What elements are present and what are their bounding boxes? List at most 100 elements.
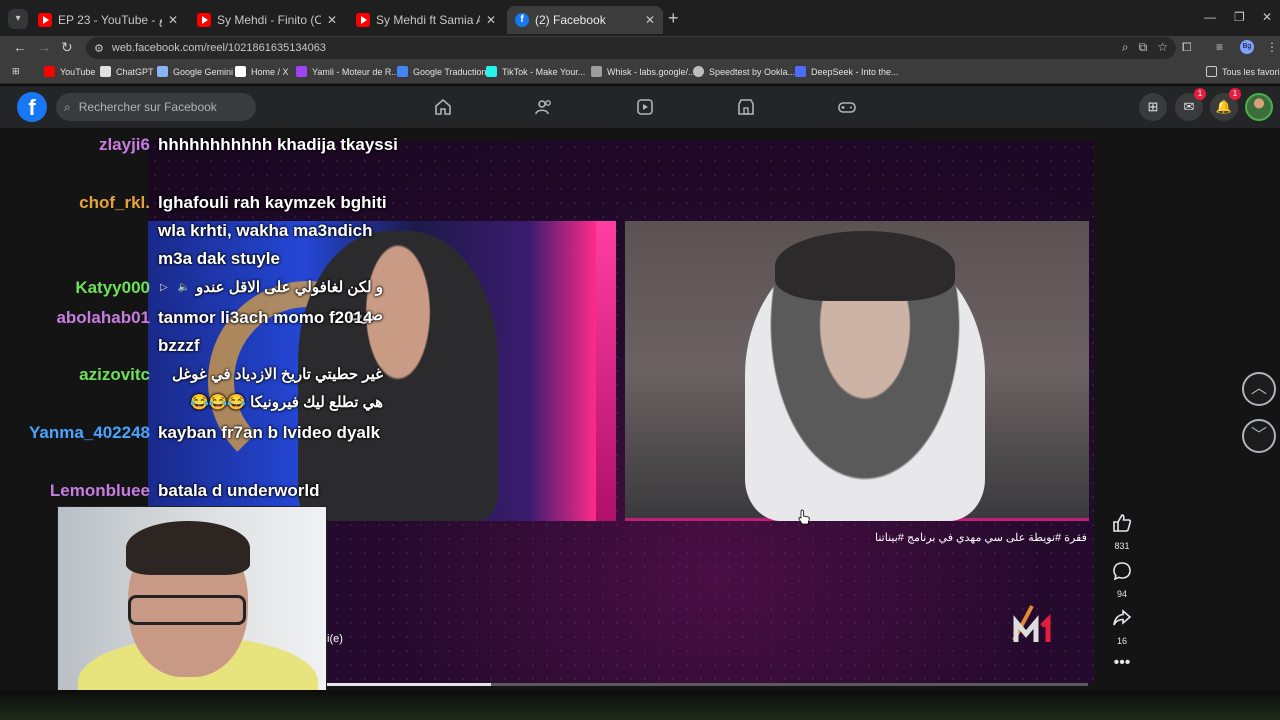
- bookmark-chatgpt[interactable]: ChatGPT: [100, 66, 154, 77]
- webcam-hair: [126, 521, 250, 575]
- facebook-header: f ⌕ Rechercher sur Facebook ⊞ ✉ 1 🔔 1: [0, 86, 1280, 128]
- chat-text: hhhhhhhhhhh khadija tkayssi: [158, 135, 398, 154]
- video-person-hair: [775, 231, 955, 301]
- bookmark-label: Google Traduction: [413, 66, 487, 77]
- bookmark-speedtest[interactable]: Speedtest by Ookla...: [693, 66, 795, 77]
- bookmark-x[interactable]: Home / X: [235, 66, 289, 77]
- bookmark-star-icon[interactable]: ☆: [1157, 40, 1168, 55]
- youtube-icon: [356, 13, 370, 27]
- minimize-icon[interactable]: —: [1204, 10, 1216, 24]
- like-action[interactable]: 831: [1108, 512, 1136, 551]
- all-bookmarks[interactable]: Tous les favoris: [1206, 66, 1280, 77]
- facebook-icon: f: [515, 13, 529, 27]
- zoom-icon[interactable]: ⌕: [1122, 40, 1129, 55]
- chat-username: zlayji6: [98, 135, 150, 154]
- install-icon[interactable]: ⧉: [1139, 40, 1148, 55]
- extensions-icon[interactable]: ⧠: [1182, 40, 1192, 55]
- streamer-webcam: [57, 506, 327, 703]
- previous-reel-button[interactable]: ︿: [1242, 372, 1276, 406]
- video-divider: [596, 221, 616, 521]
- facebook-logo[interactable]: f: [17, 92, 47, 122]
- browser-tab-1[interactable]: EP 23 - YouTube - عش الطمع ✕: [30, 6, 186, 34]
- tiktok-icon: [486, 66, 497, 77]
- window-close-icon[interactable]: ✕: [1262, 10, 1272, 24]
- browser-tab-bar: ▾ EP 23 - YouTube - عش الطمع ✕ Sy Mehdi …: [0, 0, 1280, 36]
- chat-message: Yanma_402248 kayban fr7an b lvideo dyalk: [0, 419, 420, 475]
- browser-profile-avatar[interactable]: Bg: [1240, 40, 1254, 54]
- bookmark-youtube[interactable]: YouTube: [44, 66, 95, 77]
- browser-toolbar: ← → ↻ ⚙ web.facebook.com/reel/1021861635…: [0, 36, 1280, 60]
- friends-icon[interactable]: [534, 97, 554, 117]
- close-icon[interactable]: ✕: [486, 13, 496, 27]
- next-reel-button[interactable]: ﹀: [1242, 419, 1276, 453]
- marketplace-icon[interactable]: [736, 97, 756, 117]
- close-icon[interactable]: ✕: [168, 13, 178, 27]
- chat-text: tanmor li3ach momo f2014 bzzzf: [158, 308, 373, 355]
- bookmark-label: Speedtest by Ookla...: [709, 66, 796, 77]
- chat-text: غير حطيتي تاريخ الازدياد في غوغل هي تطلع…: [171, 366, 383, 411]
- reels-icon[interactable]: [635, 97, 655, 117]
- messenger-badge: 1: [1194, 88, 1206, 100]
- bookmark-label: DeepSeek - Into the...: [811, 66, 899, 77]
- folder-icon: [1206, 66, 1217, 77]
- bookmark-gemini[interactable]: Google Gemini: [157, 66, 233, 77]
- bookmark-label: YouTube: [60, 66, 96, 77]
- bookmark-deepseek[interactable]: DeepSeek - Into the...: [795, 66, 899, 77]
- facebook-search-input[interactable]: ⌕ Rechercher sur Facebook: [56, 93, 256, 121]
- reload-icon[interactable]: ↻: [61, 39, 73, 56]
- chat-username: Yanma_402248: [29, 423, 150, 442]
- account-avatar[interactable]: [1245, 93, 1273, 121]
- whisk-icon: [591, 66, 602, 77]
- bookmark-tiktok[interactable]: TikTok - Make Your...: [486, 66, 585, 77]
- close-icon[interactable]: ✕: [327, 13, 337, 27]
- bookmark-label: TikTok - Make Your...: [502, 66, 586, 77]
- more-options-icon[interactable]: •••: [1108, 654, 1136, 672]
- close-icon[interactable]: ✕: [645, 13, 655, 27]
- bookmark-label: Whisk - labs.google/...: [607, 66, 696, 77]
- bookmark-label: Yamli - Moteur de R...: [312, 66, 399, 77]
- share-action[interactable]: 16: [1108, 607, 1136, 646]
- apps-icon[interactable]: ⊞: [12, 66, 20, 77]
- notifications-badge: 1: [1229, 88, 1241, 100]
- bookmark-whisk[interactable]: Whisk - labs.google/...: [591, 66, 696, 77]
- menu-grid-icon[interactable]: ⊞: [1139, 93, 1167, 121]
- deepseek-icon: [795, 66, 806, 77]
- bookmark-yamli[interactable]: Yamli - Moteur de R...: [296, 66, 399, 77]
- chat-username: Lemonbluee: [49, 481, 150, 500]
- browser-tab-2[interactable]: Sy Mehdi - Finito (Official Music ✕: [189, 6, 345, 34]
- bookmark-label: Tous les favoris: [1222, 66, 1280, 77]
- gaming-icon[interactable]: [837, 97, 857, 117]
- browser-tab-4[interactable]: f (2) Facebook ✕: [507, 6, 663, 34]
- chrome-menu-icon[interactable]: ⋮: [1266, 40, 1278, 54]
- reel-progress-fill: [326, 683, 492, 686]
- search-icon: ⌕: [64, 99, 71, 114]
- address-bar[interactable]: ⚙ web.facebook.com/reel/1021861635134063…: [86, 37, 1176, 59]
- bookmarks-bar: ⊞ YouTube ChatGPT Google Gemini Home / X…: [0, 60, 1280, 84]
- comment-count: 94: [1116, 589, 1127, 599]
- comment-action[interactable]: 94: [1108, 560, 1136, 599]
- site-info-icon[interactable]: ⚙: [94, 42, 104, 55]
- back-icon[interactable]: ←: [13, 39, 27, 55]
- like-count: 831: [1114, 541, 1130, 551]
- home-icon[interactable]: [433, 97, 453, 117]
- chat-message: Lemonbluee batala d underworld: [0, 477, 420, 505]
- translate-icon: [397, 66, 408, 77]
- yamli-icon: [296, 66, 307, 77]
- tab-search-menu-button[interactable]: ▾: [8, 9, 28, 29]
- x-icon: [235, 66, 246, 77]
- reel-progress-bar[interactable]: [326, 683, 1088, 686]
- tab-title: EP 23 - YouTube - عش الطمع: [58, 13, 162, 27]
- bookmark-label: Home / X: [251, 66, 289, 77]
- media-control-icon[interactable]: ≡: [1216, 40, 1223, 54]
- overlay-cut-text: i(e): [327, 633, 343, 645]
- chat-text: batala d underworld: [158, 481, 320, 500]
- chat-text: lghafouli rah kaymzek bghiti wla krhti, …: [158, 193, 387, 268]
- browser-tab-3[interactable]: Sy Mehdi ft Samia Akariou - Nti ✕: [348, 6, 504, 34]
- restore-icon[interactable]: ❐: [1234, 10, 1245, 24]
- new-tab-button[interactable]: +: [668, 9, 679, 27]
- forward-icon[interactable]: →: [37, 39, 51, 55]
- youtube-icon: [38, 13, 52, 27]
- search-placeholder: Rechercher sur Facebook: [78, 100, 217, 114]
- bookmark-google-translate[interactable]: Google Traduction: [397, 66, 487, 77]
- chat-text: kayban fr7an b lvideo dyalk: [158, 423, 381, 442]
